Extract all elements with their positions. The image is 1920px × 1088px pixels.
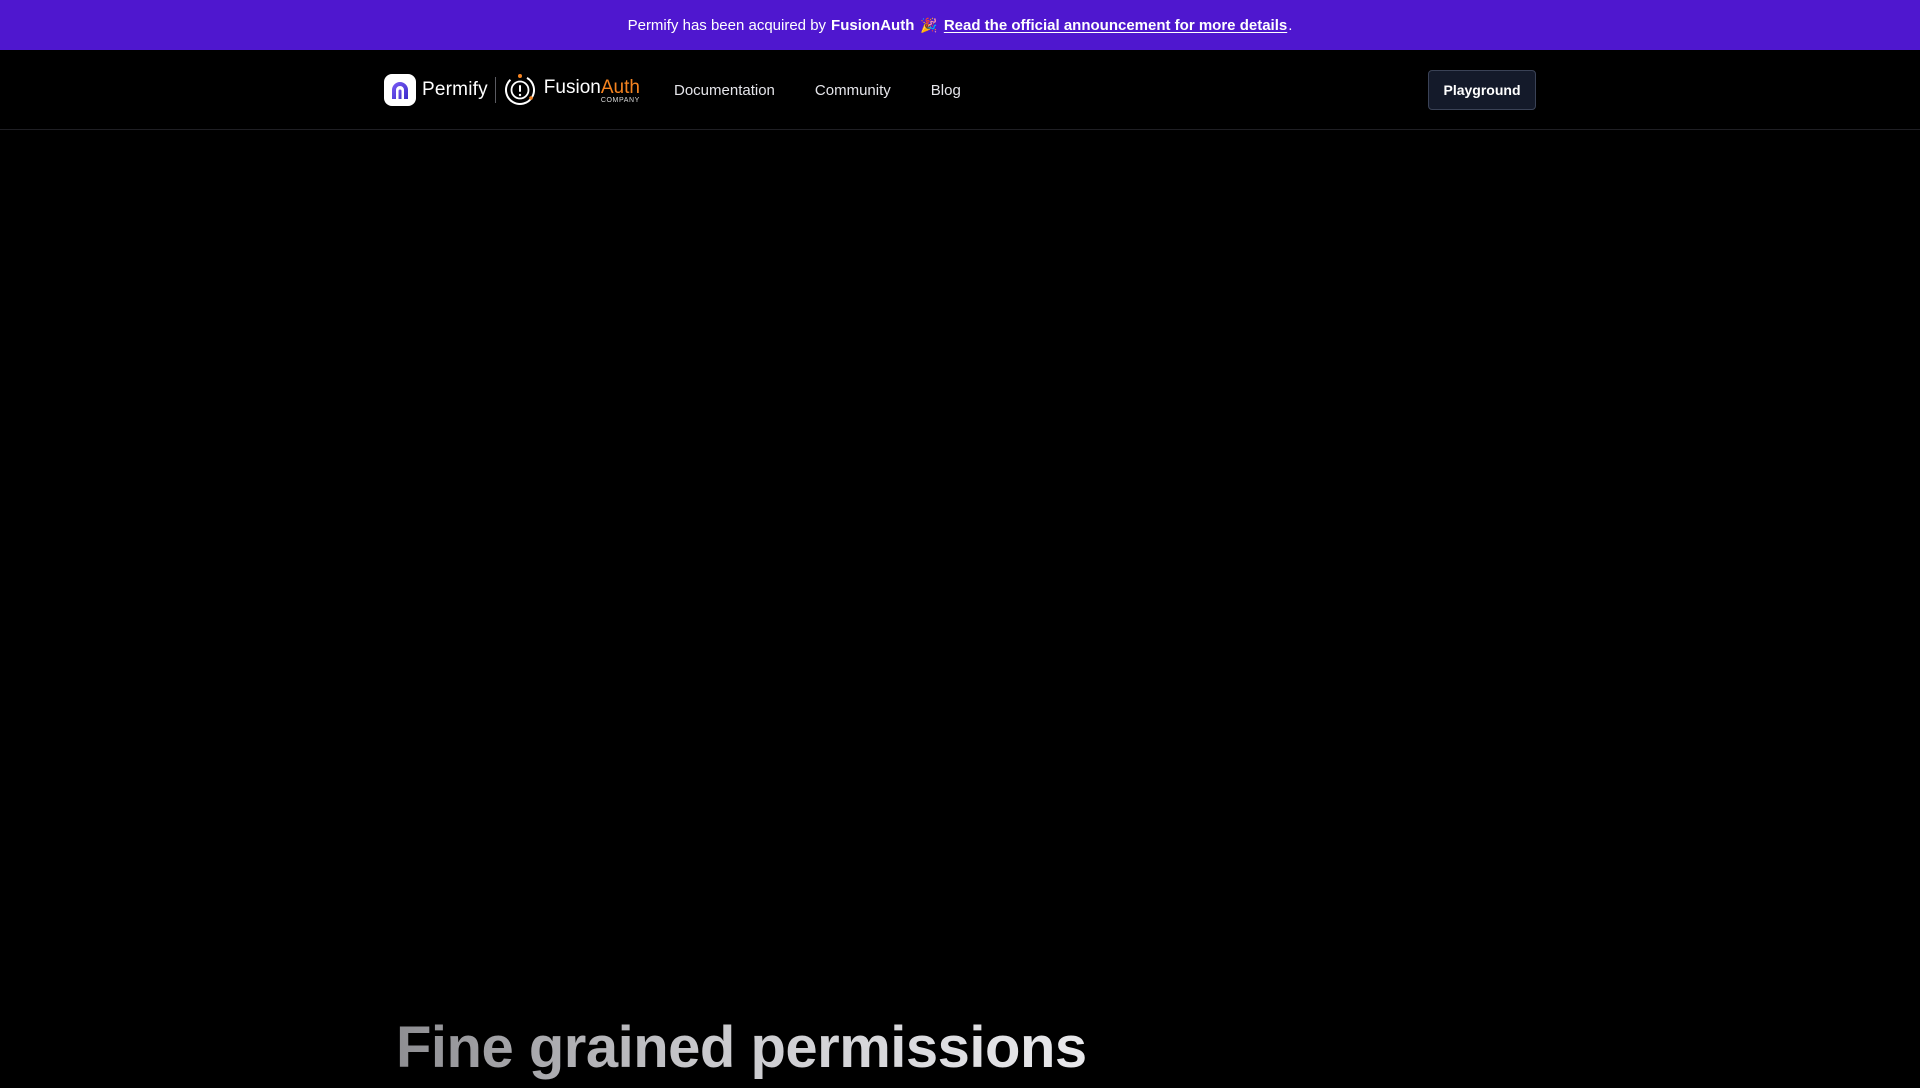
fusionauth-auth-text: Auth <box>600 76 640 98</box>
brand-divider <box>494 77 496 103</box>
fusionauth-fusion-text: Fusion <box>543 76 601 98</box>
brand-logo-link[interactable]: Permify FusionAuth COMPANY <box>384 72 640 108</box>
announcement-link[interactable]: Read the official announcement for more … <box>944 17 1287 34</box>
hero-title: Fine grained permissions <box>396 1008 1087 1088</box>
announcement-text: Permify has been acquired by <box>627 16 827 34</box>
main-nav: Documentation Community Blog <box>674 50 1001 130</box>
announcement-company: FusionAuth <box>831 16 915 34</box>
announcement-period: . <box>1288 16 1293 34</box>
permify-logo-icon <box>384 74 416 106</box>
permify-wordmark: Permify <box>422 79 488 100</box>
playground-button[interactable]: Playground <box>1428 70 1536 110</box>
fusionauth-wordmark: FusionAuth COMPANY <box>543 76 640 104</box>
announcement-banner: Permify has been acquired by FusionAuth … <box>0 0 1920 50</box>
fusionauth-logo-icon <box>504 74 535 105</box>
nav-link-documentation[interactable]: Documentation <box>674 82 775 99</box>
navbar-container: Permify FusionAuth COMPANY Documentation… <box>384 50 1536 130</box>
fusionauth-company-label: COMPANY <box>600 96 640 104</box>
party-popper-icon: 🎉 <box>920 16 938 33</box>
nav-link-community[interactable]: Community <box>815 82 891 99</box>
top-navbar: Permify FusionAuth COMPANY Documentation… <box>0 50 1920 130</box>
nav-link-blog[interactable]: Blog <box>931 82 961 99</box>
